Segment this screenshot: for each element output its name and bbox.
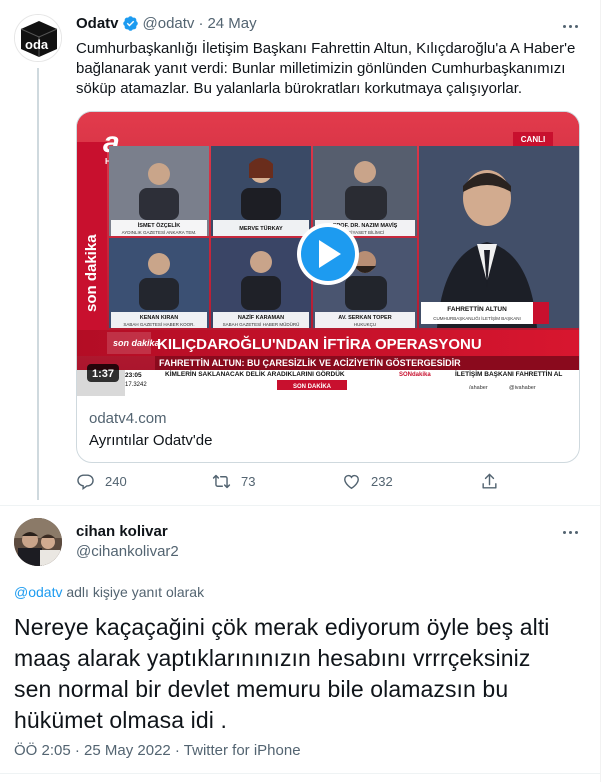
tweet-actions: 240 73 232 (76, 472, 506, 498)
ticker-time: 23:05 (125, 372, 142, 379)
odatv-logo-icon: oda (15, 15, 61, 61)
reply-count: 240 (105, 474, 127, 489)
main-guest-title: CUMHURBAŞKANLIĞI İLETİŞİM BAŞKANI (433, 315, 521, 321)
more-dot-icon (562, 530, 566, 534)
son-dakika-vertical: son dakika (83, 234, 100, 312)
share-icon (482, 473, 497, 489)
cihan-avatar[interactable] (14, 518, 62, 566)
parent-tweet-text: Cumhurbaşkanlığı İletişim Başkanı Fahret… (76, 40, 576, 97)
panel-sub: SABAH GAZETESİ HABER KOOR. (123, 321, 194, 327)
ticker-index: 17.3242 (125, 382, 147, 388)
ticker-brand: SONdakika (399, 372, 431, 378)
panel-sub: AYDINLIK GAZETESİ ANKARA TEM. (122, 229, 197, 235)
more-dot-icon (562, 24, 566, 28)
live-badge-text: CANLI (521, 135, 545, 144)
main-guest-name: FAHRETTİN ALTUN (447, 305, 507, 313)
headline-text: KILIÇDAROĞLU'NDAN İFTİRA OPERASYONU (157, 335, 482, 353)
reply-author-handle[interactable]: @cihankolivar2 (76, 543, 179, 560)
main-guest-panel: FAHRETTİN ALTUN CUMHURBAŞKANLIĞI İLETİŞİ… (419, 146, 579, 328)
share-button[interactable] (480, 472, 509, 491)
scroll-track[interactable] (600, 0, 612, 782)
tweet-timestamp-meta[interactable]: ÖÖ 2:05 · 25 May 2022 · Twitter for iPho… (14, 742, 301, 759)
heart-icon (344, 474, 359, 490)
more-dot-icon (568, 530, 572, 534)
retweet-button[interactable]: 73 (212, 472, 255, 491)
ticker-text-1: KİMLERİN SAKLANACAK DELİK ARADIKLARINI G… (165, 369, 345, 378)
ticker-text-2: İLETİŞİM BAŞKANI FAHRETTİN AL (455, 370, 562, 378)
link-card[interactable]: son dakika a HBR (76, 111, 580, 463)
odatv-avatar[interactable]: oda (14, 14, 62, 62)
author-name[interactable]: Odatv (76, 15, 119, 32)
retweet-icon (212, 474, 231, 489)
header-separator: · (198, 15, 204, 32)
divider (0, 505, 600, 506)
panel-name: İSMET ÖZÇELİK (138, 222, 181, 229)
video-duration: 1:37 (92, 368, 114, 380)
reply-more-options-button[interactable] (560, 522, 580, 542)
video-thumbnail[interactable]: son dakika a HBR (77, 112, 579, 396)
like-button[interactable]: 232 (342, 472, 393, 491)
verified-badge-icon (122, 16, 138, 31)
odatv-logo-text: oda (25, 37, 49, 52)
reply-tweet-text: Nereye kaçaçağini çök merak ediyorum öyl… (14, 614, 550, 733)
parent-tweet[interactable]: oda Odatv @odatv · 24 May Cumhurbaşkanlı… (0, 0, 600, 500)
subheadline-text: FAHRETTİN ALTUN: BU ÇARESİZLİK VE ACİZİY… (159, 358, 461, 368)
reply-icon (77, 474, 94, 491)
divider (0, 773, 600, 774)
replying-to: @odatv adlı kişiye yanıt olarak (14, 584, 204, 600)
more-dot-icon (574, 530, 578, 534)
ticker-social: /ahaber (469, 385, 488, 391)
thread-connector-line (37, 68, 39, 500)
play-button-icon[interactable] (297, 223, 359, 285)
more-options-button[interactable] (560, 16, 580, 36)
more-dot-icon (568, 24, 572, 28)
like-count: 232 (371, 474, 393, 489)
card-domain[interactable]: odatv4.com (89, 410, 167, 427)
panel-name: MERVE TÜRKAY (239, 225, 283, 232)
panel-name: AV. SERKAN TOPER (338, 315, 391, 321)
card-title[interactable]: Ayrıntılar Odatv'de (89, 432, 212, 449)
ticker-social-2: @ivahaber (509, 385, 536, 391)
tweet-date[interactable]: 24 May (207, 15, 256, 32)
panel-name: KENAN KIRAN (140, 315, 179, 321)
more-dot-icon (574, 24, 578, 28)
panel-sub: HUKUKÇU (354, 322, 376, 327)
author-handle[interactable]: @odatv (143, 15, 195, 32)
panel-sub: SABAH GAZETESİ HABER MÜDÜRÜ (223, 321, 300, 327)
panel-name: NAZİF KARAMAN (238, 314, 284, 321)
headline-badge: son dakika (113, 338, 160, 348)
replying-to-handle-link[interactable]: @odatv (14, 584, 62, 600)
replying-to-suffix: adlı kişiye yanıt olarak (62, 584, 205, 600)
broadcast-frame: son dakika a HBR (77, 112, 579, 396)
reply-author-name[interactable]: cihan kolivar (76, 523, 168, 540)
ticker-label: SON DAKİKA (293, 383, 332, 390)
reply-button[interactable]: 240 (76, 472, 127, 491)
avatar-photo (14, 518, 62, 566)
retweet-count: 73 (241, 474, 256, 489)
parent-tweet-header: Odatv @odatv · 24 May (76, 15, 257, 32)
